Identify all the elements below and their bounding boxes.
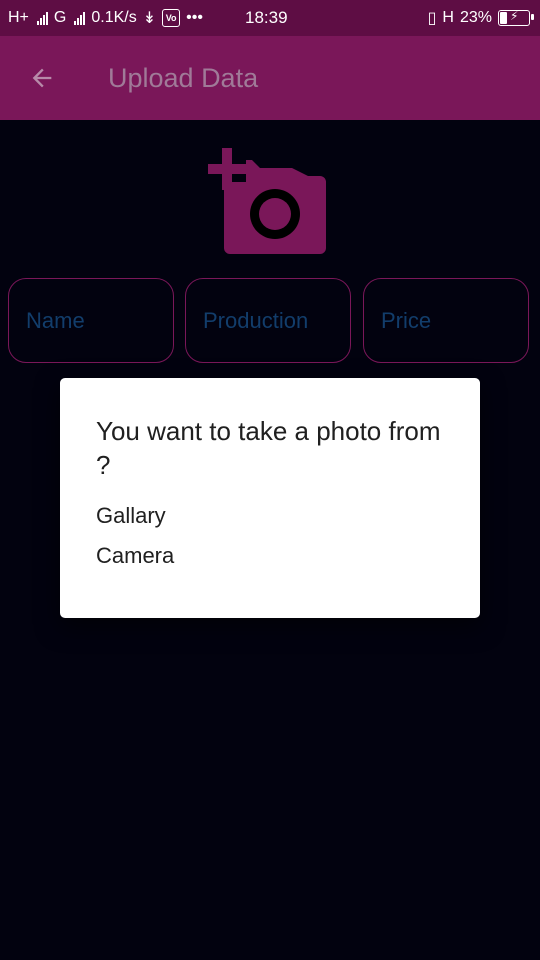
page-title: Upload Data [108, 62, 259, 93]
dialog-options: Gallary Camera [96, 496, 444, 576]
vibrate-icon: ▯ [427, 10, 437, 27]
camera-option[interactable]: Camera [96, 536, 444, 576]
notification-badge-icon: Vo [162, 9, 181, 27]
gallery-option[interactable]: Gallary [96, 496, 444, 536]
battery-percent: 23% [459, 9, 492, 26]
signal-icon [36, 11, 48, 25]
status-bar: H+ G 0.1K/s ↡ Vo ••• 18:39 ▯ H 23% ⚡ [0, 0, 540, 36]
more-notifications-icon: ••• [186, 9, 203, 26]
network-type-label-3: H [442, 9, 454, 26]
network-speed: 0.1K/s [91, 9, 137, 26]
app-bar: Upload Data [0, 36, 540, 120]
photo-source-dialog: You want to take a photo from ? Gallary … [60, 378, 480, 618]
dialog-title: You want to take a photo from ? [96, 416, 441, 480]
network-type-label: H+ [8, 9, 29, 26]
battery-icon: ⚡ [498, 9, 534, 26]
status-bar-right: ▯ H 23% ⚡ [427, 0, 534, 36]
signal-icon-2 [74, 11, 86, 25]
arrow-back-icon [32, 68, 52, 88]
status-bar-left: H+ G 0.1K/s ↡ Vo ••• [8, 0, 203, 36]
usb-icon: ↡ [142, 10, 157, 27]
back-button[interactable] [24, 54, 60, 102]
status-time: 18:39 [245, 8, 288, 27]
network-type-label-2: G [53, 9, 67, 26]
